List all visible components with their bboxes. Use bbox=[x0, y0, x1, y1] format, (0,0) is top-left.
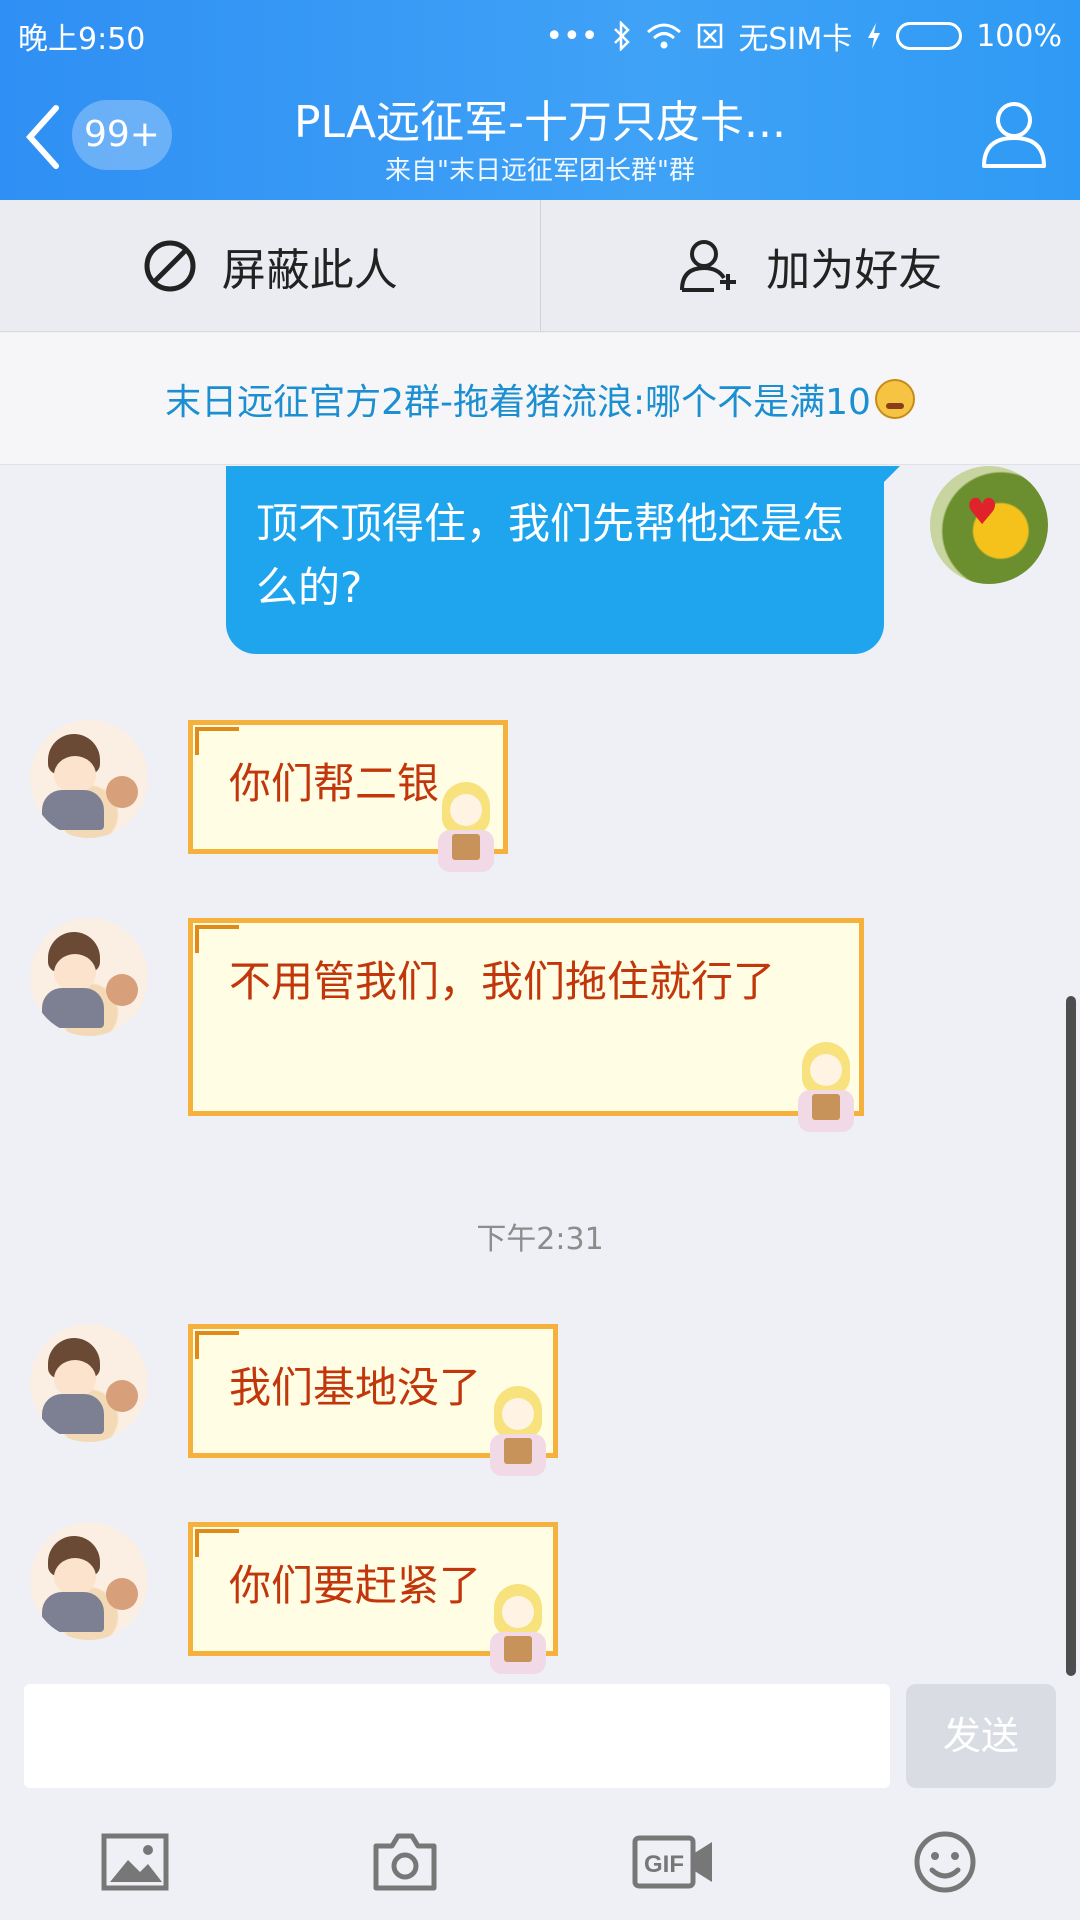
received-message-bubble[interactable]: 不用管我们，我们拖住就行了 bbox=[188, 918, 864, 1116]
heart-icon: ♥ bbox=[966, 492, 999, 533]
my-message-bubble[interactable]: 顶不顶得住，我们先帮他还是怎么的? bbox=[226, 466, 884, 654]
group-notice-text: 末日远征官方2群-拖着猪流浪:哪个不是满10 bbox=[165, 381, 871, 423]
battery-percent: 100% bbox=[976, 18, 1062, 54]
camera-icon[interactable] bbox=[370, 1830, 440, 1894]
input-toolbar: GIF bbox=[0, 1800, 1080, 1920]
bubble-sticker-icon bbox=[790, 1042, 862, 1138]
no-sim-icon bbox=[698, 23, 723, 49]
sender-avatar[interactable] bbox=[30, 720, 148, 838]
bubble-sticker-icon bbox=[482, 1386, 554, 1482]
bubble-sticker-icon bbox=[482, 1584, 554, 1680]
add-friend-icon bbox=[680, 239, 737, 292]
sender-avatar[interactable] bbox=[30, 1522, 148, 1640]
status-bar: 晚上9:50 ••• 无SIM卡 100% bbox=[0, 8, 1080, 58]
back-arrow-icon[interactable] bbox=[22, 102, 62, 172]
gif-video-icon: GIF bbox=[632, 1835, 712, 1889]
add-friend-button[interactable]: 加为好友 bbox=[539, 200, 1080, 331]
message-text: 我们基地没了 bbox=[229, 1363, 482, 1412]
gif-icon[interactable]: GIF bbox=[632, 1830, 716, 1894]
group-notice[interactable]: 末日远征官方2群-拖着猪流浪:哪个不是满10 bbox=[0, 333, 1080, 465]
app-header: 晚上9:50 ••• 无SIM卡 100% 99+ PLA远征军-十万只皮卡..… bbox=[0, 0, 1080, 200]
block-user-button[interactable]: 屏蔽此人 bbox=[0, 200, 540, 331]
my-avatar[interactable]: ♥ bbox=[930, 466, 1048, 584]
battery-icon bbox=[896, 22, 963, 50]
time-separator: 下午2:31 bbox=[476, 1222, 604, 1257]
bluetooth-icon bbox=[614, 21, 631, 51]
message-text: 不用管我们，我们拖住就行了 bbox=[229, 957, 776, 1006]
input-bar: 发送 bbox=[0, 1684, 1080, 1792]
sender-avatar[interactable] bbox=[30, 1324, 148, 1442]
status-icons: ••• 无SIM卡 100% bbox=[545, 14, 1062, 58]
bubble-sticker-icon bbox=[430, 782, 502, 878]
message-text: 你们要赶紧了 bbox=[229, 1561, 482, 1610]
wifi-icon bbox=[647, 23, 682, 49]
block-user-label: 屏蔽此人 bbox=[221, 244, 398, 296]
status-time: 晚上9:50 bbox=[18, 22, 146, 57]
gif-label: GIF bbox=[644, 1851, 684, 1878]
add-friend-label: 加为好友 bbox=[766, 244, 943, 296]
scrollbar[interactable] bbox=[1066, 996, 1076, 1676]
chat-title: PLA远征军-十万只皮卡... bbox=[294, 97, 786, 148]
chat-subtitle: 来自"末日远征军团长群"群 bbox=[385, 156, 695, 186]
unread-badge[interactable]: 99+ bbox=[72, 100, 172, 170]
emoji-icon[interactable] bbox=[910, 1830, 980, 1894]
sim-status: 无SIM卡 bbox=[738, 22, 853, 57]
block-icon bbox=[144, 240, 196, 291]
emoji-icon bbox=[874, 378, 915, 419]
image-icon[interactable] bbox=[100, 1830, 170, 1894]
send-button[interactable]: 发送 bbox=[906, 1684, 1056, 1788]
message-input[interactable] bbox=[24, 1684, 890, 1788]
charging-icon bbox=[868, 23, 881, 49]
message-text: 顶不顶得住，我们先帮他还是怎么的? bbox=[256, 499, 845, 612]
profile-icon[interactable] bbox=[978, 98, 1050, 170]
message-text: 你们帮二银 bbox=[229, 759, 440, 808]
more-dots-icon: ••• bbox=[545, 18, 599, 54]
message-list[interactable]: 顶不顶得住，我们先帮他还是怎么的? ♥ 你们帮二银 不用管我们，我们拖住就行了 … bbox=[0, 466, 1080, 1684]
stranger-action-bar: 屏蔽此人 加为好友 bbox=[0, 200, 1080, 332]
sender-avatar[interactable] bbox=[30, 918, 148, 1036]
